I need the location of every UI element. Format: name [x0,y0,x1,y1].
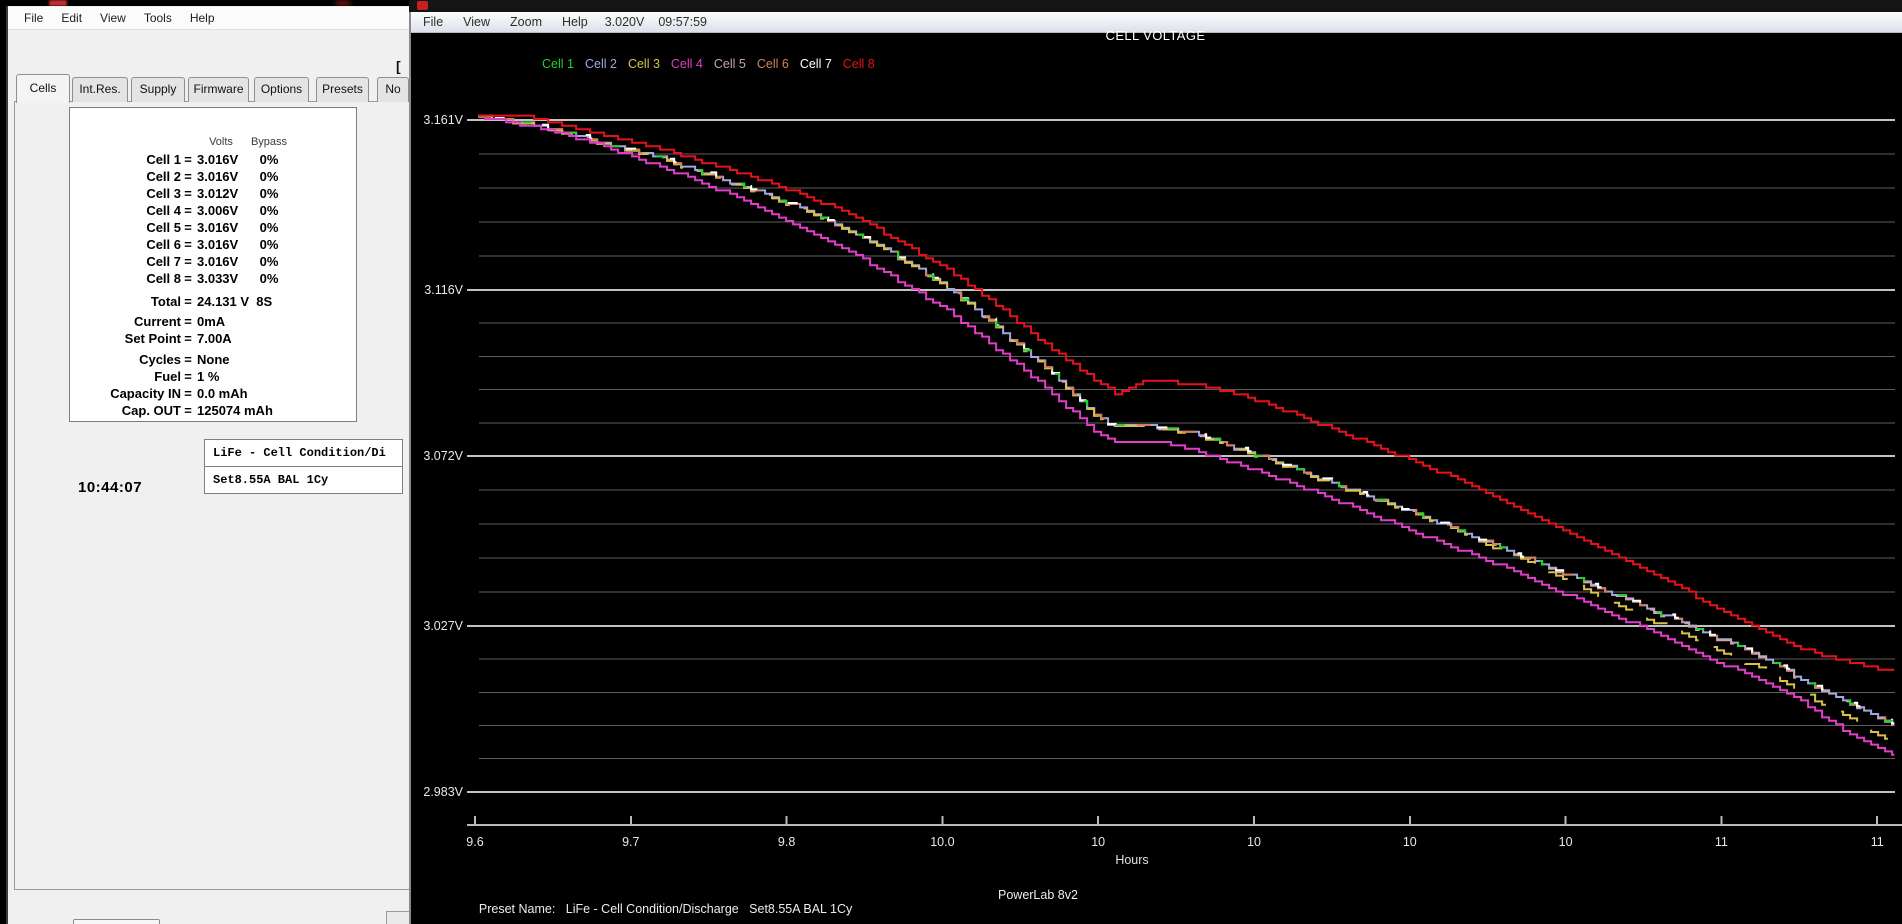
tab-presets[interactable]: Presets [316,77,369,102]
chart-title: CELL VOLTAGE [1105,28,1206,43]
cell-2-reading: Cell 2 = 3.016V 0% [146,169,279,184]
tab-options[interactable]: Options [254,77,309,102]
preset-subname-field[interactable]: Set8.55A BAL 1Cy [204,466,403,494]
x-tick-label: 9.7 [622,835,639,849]
legend-cell-6[interactable]: Cell 6 [757,57,789,71]
menu-item-edit[interactable]: Edit [52,8,91,28]
reading-capout: Cap. OUT = 125074 mAh [121,403,273,418]
legend-cell-4[interactable]: Cell 4 [671,57,703,71]
trace-cell-3 [478,115,1895,744]
x-tick-label: 10 [1559,835,1573,849]
x-tick-label: 11 [1871,835,1884,849]
tab-intres[interactable]: Int.Res. [72,77,128,102]
app-icon [417,1,428,10]
legend-cell-3[interactable]: Cell 3 [628,57,660,71]
x-tick-label: 9.6 [466,835,483,849]
x-axis-title: Hours [1115,853,1148,867]
menu-item-help[interactable]: Help [181,8,224,28]
x-tick-label: 9.8 [778,835,795,849]
legend-cell-8[interactable]: Cell 8 [843,57,875,71]
legend-cell-2[interactable]: Cell 2 [585,57,617,71]
reading-capacityin: Capacity IN = 0.0 mAh [110,386,248,401]
y-tick-label: 3.161V [423,113,463,127]
cell-1-reading: Cell 1 = 3.016V 0% [146,152,279,167]
x-tick-label: 11 [1715,835,1728,849]
y-tick-label: 3.027V [423,619,463,633]
volts-column-header: Volts [209,135,233,148]
clock: 10:44:07 [78,479,143,496]
trace-cell-8 [478,114,1895,671]
y-tick-label: 3.116V [424,283,463,297]
menu-item-tools[interactable]: Tools [135,8,181,28]
reading-setpoint: Set Point = 7.00A [124,331,232,346]
reading-current: Current = 0mA [134,314,226,329]
chart-legend: Cell 1 Cell 2 Cell 3 Cell 4 Cell 5 Cell 6 Cell… [542,57,875,71]
reading-fuel: Fuel = 1 % [154,369,220,384]
readings-header-row: Volts Bypass [70,133,356,150]
legend-cell-1[interactable]: Cell 1 [542,57,574,71]
cell-8-reading: Cell 8 = 3.033V 0% [146,271,279,286]
footer-time-row: Time Started: 21:58:19 11/1/ [465,909,646,924]
footer-firmware-row: Firmware: V3.33 [982,909,1095,924]
x-tick-label: 10.0 [930,835,954,849]
cell-3-reading: Cell 3 = 3.012V 0% [146,186,279,201]
menu-item-file[interactable]: File [15,8,52,28]
panel-corner-fragment [386,911,411,924]
partial-button[interactable] [73,919,160,924]
cell-6-reading: Cell 6 = 3.016V 0% [146,237,279,252]
legend-cell-5[interactable]: Cell 5 [714,57,746,71]
reading-cycles: Cycles = None [139,352,230,367]
cell-5-reading: Cell 5 = 3.016V 0% [146,220,279,235]
clipped-text-fragment: [ [396,58,401,74]
x-tick-label: 10 [1403,835,1417,849]
tab-supply[interactable]: Supply [131,77,185,102]
x-tick-label: 10 [1247,835,1261,849]
footer-device: PowerLab 8v2 [998,888,1078,902]
cell-4-reading: Cell 4 = 3.006V 0% [146,203,279,218]
menu-item-view[interactable]: View [91,8,135,28]
tab-firmware[interactable]: Firmware [188,77,249,102]
x-tick-label: 10 [1091,835,1105,849]
cell-7-reading: Cell 7 = 3.016V 0% [146,254,279,269]
total-reading: Total = 24.131 V 8S [150,294,273,309]
legend-cell-7[interactable]: Cell 7 [800,57,832,71]
preset-name-field[interactable]: LiFe - Cell Condition/Di [204,439,403,467]
left-menubar: File Edit View Tools Help [8,7,409,30]
voltage-chart: 3.161V 3.116V 3.072V 3.027V 2.983V 9.6 9.7 9.8 1… [423,113,1902,867]
tab-no[interactable]: No [377,77,409,102]
screen: File Edit View Tools Help [ Cells Int.Res. Sup… [0,0,1902,924]
y-tick-label: 2.983V [423,785,463,799]
bypass-column-header: Bypass [250,135,288,148]
tab-cells[interactable]: Cells [16,74,70,103]
y-tick-label: 3.072V [423,449,463,463]
cell-readings-box: Volts Bypass Cell 1 = 3.016V 0% Cell 2 = 3.016… [69,107,357,422]
